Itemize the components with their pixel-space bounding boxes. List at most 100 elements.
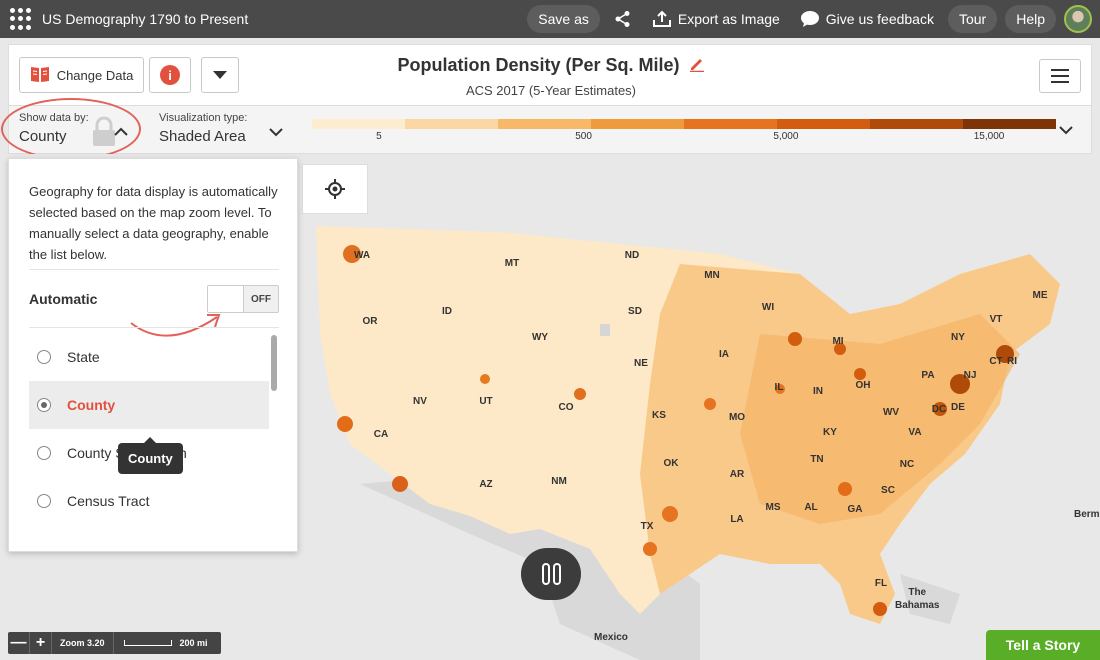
state-label-ca: CA [374,429,388,440]
hamburger-menu-button[interactable] [1039,59,1081,93]
legend-expand-icon[interactable] [1059,122,1073,140]
state-label-oh: OH [856,380,871,391]
radio-button[interactable] [37,494,51,508]
tour-button[interactable]: Tour [947,5,998,33]
export-image-button[interactable]: Export as Image [646,10,786,28]
zoom-out-button[interactable]: — [8,632,30,654]
state-label-mo: MO [729,412,745,423]
state-label-nv: NV [413,396,427,407]
feedback-button[interactable]: Give us feedback [794,10,940,28]
state-label-tn: TN [810,454,823,465]
map-title: Population Density (Per Sq. Mile) [9,55,1093,77]
legend-ticks: 5 500 5,000 15,000 [312,131,1056,145]
radio-button[interactable] [37,398,51,412]
geography-description: Geography for data display is automatica… [29,184,278,262]
legend-color-swatch [963,119,1056,129]
map-title-text: Population Density (Per Sq. Mile) [397,55,680,75]
state-label-ks: KS [652,410,666,421]
legend-tick: 500 [575,131,592,142]
state-label-nm: NM [551,476,567,487]
state-label-ut: UT [479,396,492,407]
compare-maps-button[interactable] [521,548,581,600]
geo-option-county[interactable]: County [29,381,269,429]
state-label-ri: RI [1007,356,1017,367]
apps-grid-icon[interactable] [10,8,32,30]
chevron-down-icon[interactable] [269,124,283,142]
compare-icon-right [552,563,561,585]
legend-color-swatch [591,119,684,129]
list-scrollbar[interactable] [271,335,277,391]
geo-option-census-tract[interactable]: Census Tract [29,477,269,525]
state-label-ms: MS [766,502,781,513]
state-label-ky: KY [823,427,837,438]
state-label-mt: MT [505,258,519,269]
highlight-annotation [1,98,141,160]
viz-type-label: Visualization type: [159,112,248,124]
bahamas-line1: The [908,587,927,598]
locate-button[interactable] [302,164,368,214]
divider [29,327,279,328]
legend-color-swatch [405,119,498,129]
state-label-ga: GA [848,504,863,515]
map-label-bahamas: The Bahamas [895,586,939,612]
state-label-ia: IA [719,349,729,360]
geo-option-state[interactable]: State [29,333,269,381]
scale-label: 200 mi [179,638,208,648]
state-label-wa: WA [354,250,370,261]
scale-bar [123,640,172,646]
compare-icon-left [541,563,550,585]
user-avatar[interactable] [1064,5,1092,33]
state-label-id: ID [442,306,452,317]
geography-panel: Geography for data display is automatica… [8,158,298,552]
legend-tick: 5 [376,131,382,142]
geo-option-label: State [67,349,100,365]
speech-bubble-icon [800,10,820,28]
state-label-or: OR [363,316,379,327]
state-label-ar: AR [730,469,745,480]
state-label-in: IN [813,386,823,397]
state-label-nc: NC [900,459,914,470]
share-button[interactable] [608,10,638,28]
zoom-controls: — + Zoom 3.20 200 mi [8,632,221,654]
state-label-la: LA [730,514,743,525]
map-label-mexico: Mexico [594,632,628,643]
radio-button[interactable] [37,446,51,460]
map-subtitle: ACS 2017 (5-Year Estimates) [465,83,637,98]
state-label-va: VA [908,427,921,438]
state-label-nd: ND [625,250,639,261]
state-label-co: CO [559,402,574,413]
visualization-type-selector[interactable]: Visualization type: Shaded Area [159,112,247,145]
pencil-edit-icon[interactable] [689,56,705,77]
tooltip: County [118,437,183,474]
geo-option-label: Census Tract [67,493,150,509]
app-title: US Demography 1790 to Present [42,11,249,27]
tell-a-story-button[interactable]: Tell a Story [986,630,1100,660]
state-label-sc: SC [881,485,895,496]
geo-option-label: County [67,397,116,413]
state-label-nj: NJ [964,370,977,381]
bahamas-line2: Bahamas [895,600,940,611]
state-label-me: ME [1033,290,1048,301]
zoom-in-button[interactable]: + [30,632,52,654]
state-label-dc: DC [932,404,946,415]
state-label-fl: FL [875,578,887,589]
radio-button[interactable] [37,350,51,364]
divider [29,269,279,270]
state-label-az: AZ [479,479,492,490]
state-label-il: IL [775,382,784,393]
state-label-wv: WV [883,407,899,418]
zoom-level: Zoom 3.20 [52,632,114,654]
state-label-ny: NY [951,332,965,343]
legend-color-swatch [684,119,777,129]
map-label-bermuda: Berm [1074,509,1100,520]
legend-color-bar [312,119,1056,129]
state-label-ne: NE [634,358,648,369]
legend-color-swatch [777,119,870,129]
feedback-label: Give us feedback [825,11,934,27]
state-label-pa: PA [921,370,934,381]
viz-type-value: Shaded Area [159,128,246,145]
legend-tick: 15,000 [973,131,1005,142]
save-as-button[interactable]: Save as [527,5,600,33]
help-button[interactable]: Help [1005,5,1056,33]
toggle-state: OFF [251,293,271,305]
